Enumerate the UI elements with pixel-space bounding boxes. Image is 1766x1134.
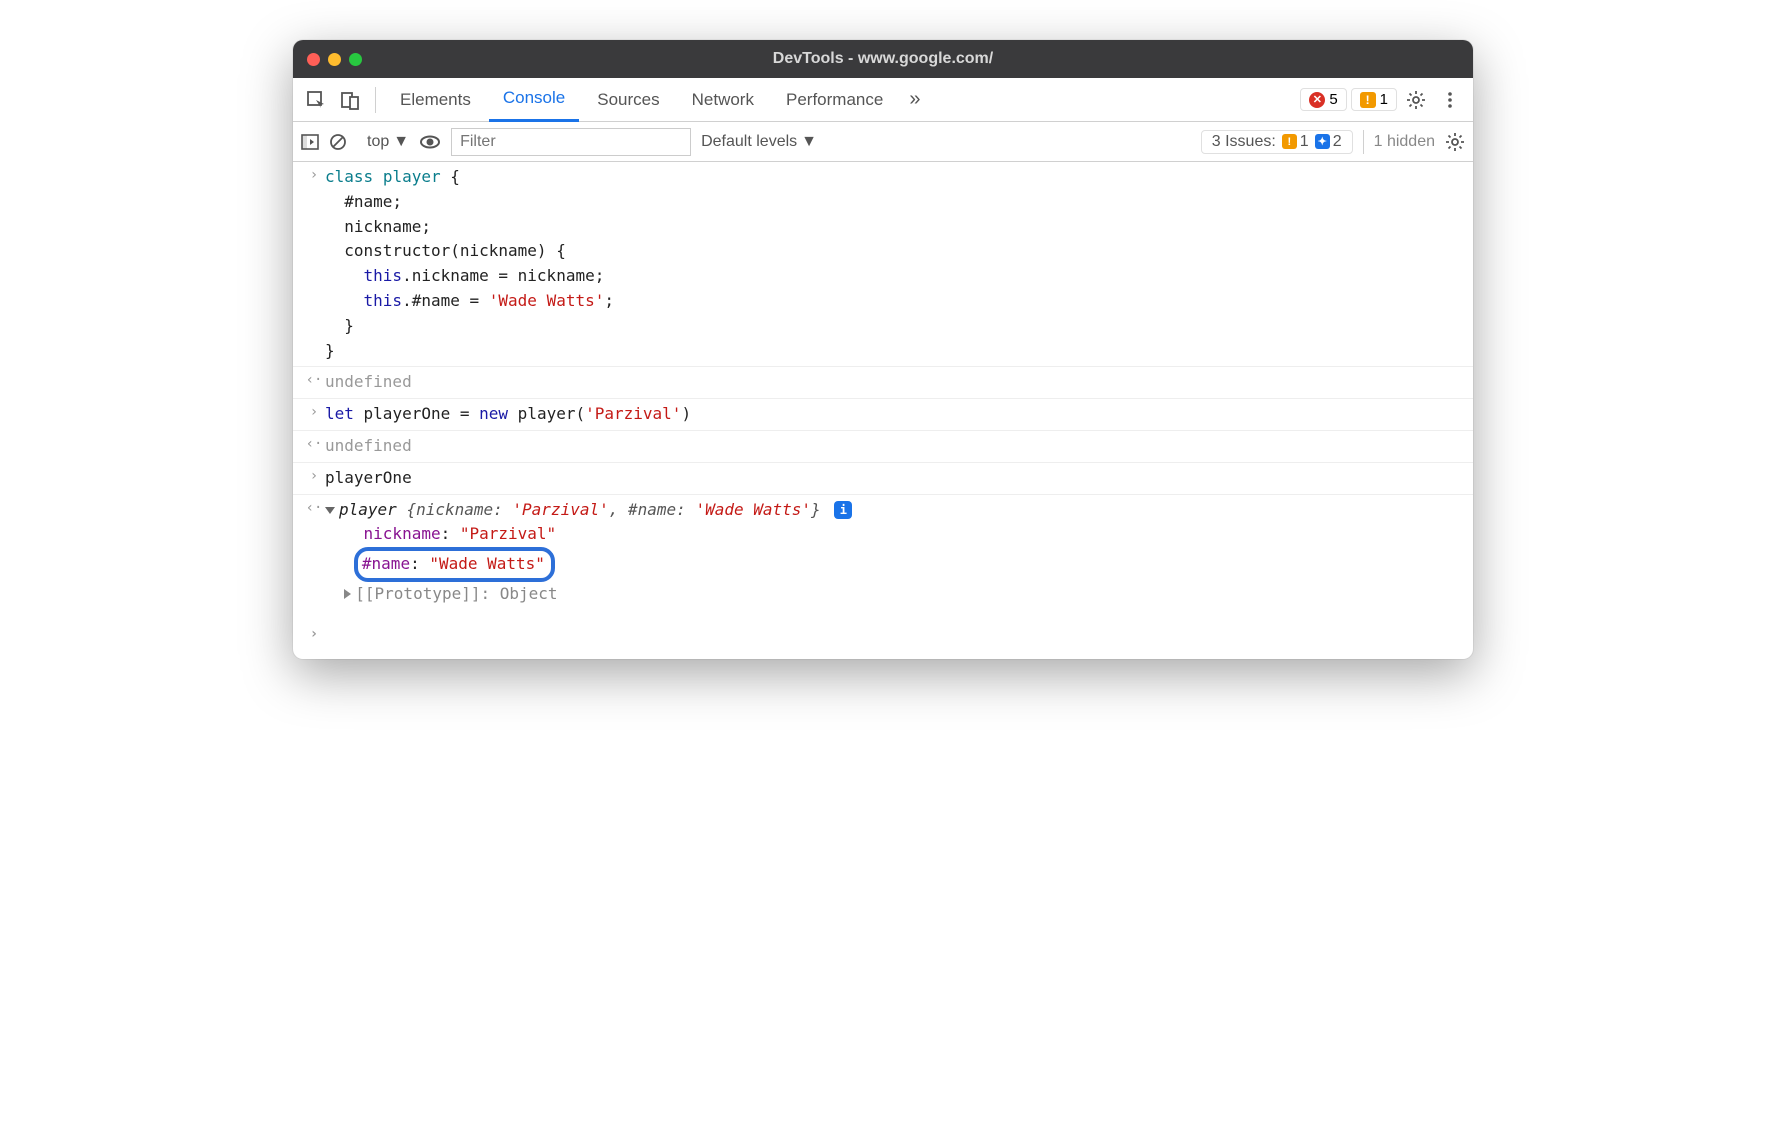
close-window-button[interactable] <box>307 53 320 66</box>
return-arrow-icon: ‹· <box>303 370 325 395</box>
console-settings-icon[interactable] <box>1445 132 1465 152</box>
clear-console-icon[interactable] <box>329 133 347 151</box>
property-value: "Parzival" <box>460 524 556 543</box>
devtools-window: DevTools - www.google.com/ Elements Cons… <box>293 40 1473 659</box>
live-expression-icon[interactable] <box>419 131 441 153</box>
issues-info-badge: ✦2 <box>1315 133 1342 151</box>
main-toolbar: Elements Console Sources Network Perform… <box>293 78 1473 122</box>
context-label: top <box>367 133 389 151</box>
traffic-lights <box>307 53 362 66</box>
warning-icon: ! <box>1360 92 1376 108</box>
device-toolbar-icon[interactable] <box>335 85 365 115</box>
more-options-icon[interactable] <box>1435 85 1465 115</box>
warnings-badge[interactable]: ! 1 <box>1351 88 1397 111</box>
console-input-row[interactable]: › playerOne <box>293 463 1473 495</box>
console-return-row: ‹· undefined <box>293 431 1473 463</box>
chevron-down-icon: ▼ <box>801 133 817 151</box>
highlighted-private-field: #name: "Wade Watts" <box>354 547 555 582</box>
issues-label: 3 Issues: <box>1212 133 1276 151</box>
levels-label: Default levels <box>701 133 797 151</box>
return-value: undefined <box>325 434 1473 459</box>
info-icon[interactable]: i <box>834 501 852 519</box>
chevron-down-icon: ▼ <box>393 133 409 151</box>
error-icon: ✕ <box>1309 92 1325 108</box>
divider <box>1363 130 1364 154</box>
errors-count: 5 <box>1329 91 1337 108</box>
issues-warn-badge: !1 <box>1282 133 1309 151</box>
input-chevron-icon: › <box>303 466 325 491</box>
warning-icon: ! <box>1282 134 1297 149</box>
console-prompt-row[interactable]: › <box>293 610 1473 660</box>
property-key: #name <box>362 554 410 573</box>
info-icon: ✦ <box>1315 134 1330 149</box>
inspect-element-icon[interactable] <box>301 85 331 115</box>
object-expansion[interactable]: player {nickname: 'Parzival', #name: 'Wa… <box>325 498 1473 607</box>
tab-sources[interactable]: Sources <box>583 78 673 122</box>
window-title: DevTools - www.google.com/ <box>293 50 1473 68</box>
property-key: nickname <box>364 524 441 543</box>
console-input-row[interactable]: › class player { #name; nickname; constr… <box>293 162 1473 367</box>
log-levels-selector[interactable]: Default levels ▼ <box>701 133 817 151</box>
titlebar: DevTools - www.google.com/ <box>293 40 1473 78</box>
code-block: class player { #name; nickname; construc… <box>325 165 1473 363</box>
console-toolbar: top ▼ Default levels ▼ 3 Issues: !1 ✦2 1… <box>293 122 1473 162</box>
filter-input[interactable] <box>451 128 691 156</box>
property-value: "Wade Watts" <box>429 554 545 573</box>
console-input-row[interactable]: › let playerOne = new player('Parzival') <box>293 399 1473 431</box>
tab-elements[interactable]: Elements <box>386 78 485 122</box>
hidden-messages[interactable]: 1 hidden <box>1374 133 1435 151</box>
collapse-triangle-icon[interactable] <box>325 507 335 514</box>
errors-badge[interactable]: ✕ 5 <box>1300 88 1346 111</box>
expand-triangle-icon[interactable] <box>344 589 351 599</box>
code-line: playerOne <box>325 466 1473 491</box>
minimize-window-button[interactable] <box>328 53 341 66</box>
tab-console[interactable]: Console <box>489 78 579 122</box>
prompt-chevron-icon: › <box>303 624 325 646</box>
input-chevron-icon: › <box>303 402 325 427</box>
return-value: undefined <box>325 370 1473 395</box>
console-return-row: ‹· undefined <box>293 367 1473 399</box>
tab-network[interactable]: Network <box>678 78 768 122</box>
zoom-window-button[interactable] <box>349 53 362 66</box>
console-return-row: ‹· player {nickname: 'Parzival', #name: … <box>293 495 1473 610</box>
sidebar-toggle-icon[interactable] <box>301 133 319 151</box>
code-line: let playerOne = new player('Parzival') <box>325 402 1473 427</box>
context-selector[interactable]: top ▼ <box>367 133 409 151</box>
return-arrow-icon: ‹· <box>303 434 325 459</box>
input-chevron-icon: › <box>303 165 325 363</box>
warnings-count: 1 <box>1380 91 1388 108</box>
prototype-row[interactable]: [[Prototype]]: Object <box>355 584 557 603</box>
prompt-input[interactable] <box>325 624 1473 646</box>
console-output: › class player { #name; nickname; constr… <box>293 162 1473 659</box>
issues-button[interactable]: 3 Issues: !1 ✦2 <box>1201 130 1353 154</box>
settings-icon[interactable] <box>1401 85 1431 115</box>
return-arrow-icon: ‹· <box>303 498 325 607</box>
divider <box>375 87 376 113</box>
tabs-overflow-button[interactable]: » <box>901 78 928 122</box>
tab-performance[interactable]: Performance <box>772 78 897 122</box>
